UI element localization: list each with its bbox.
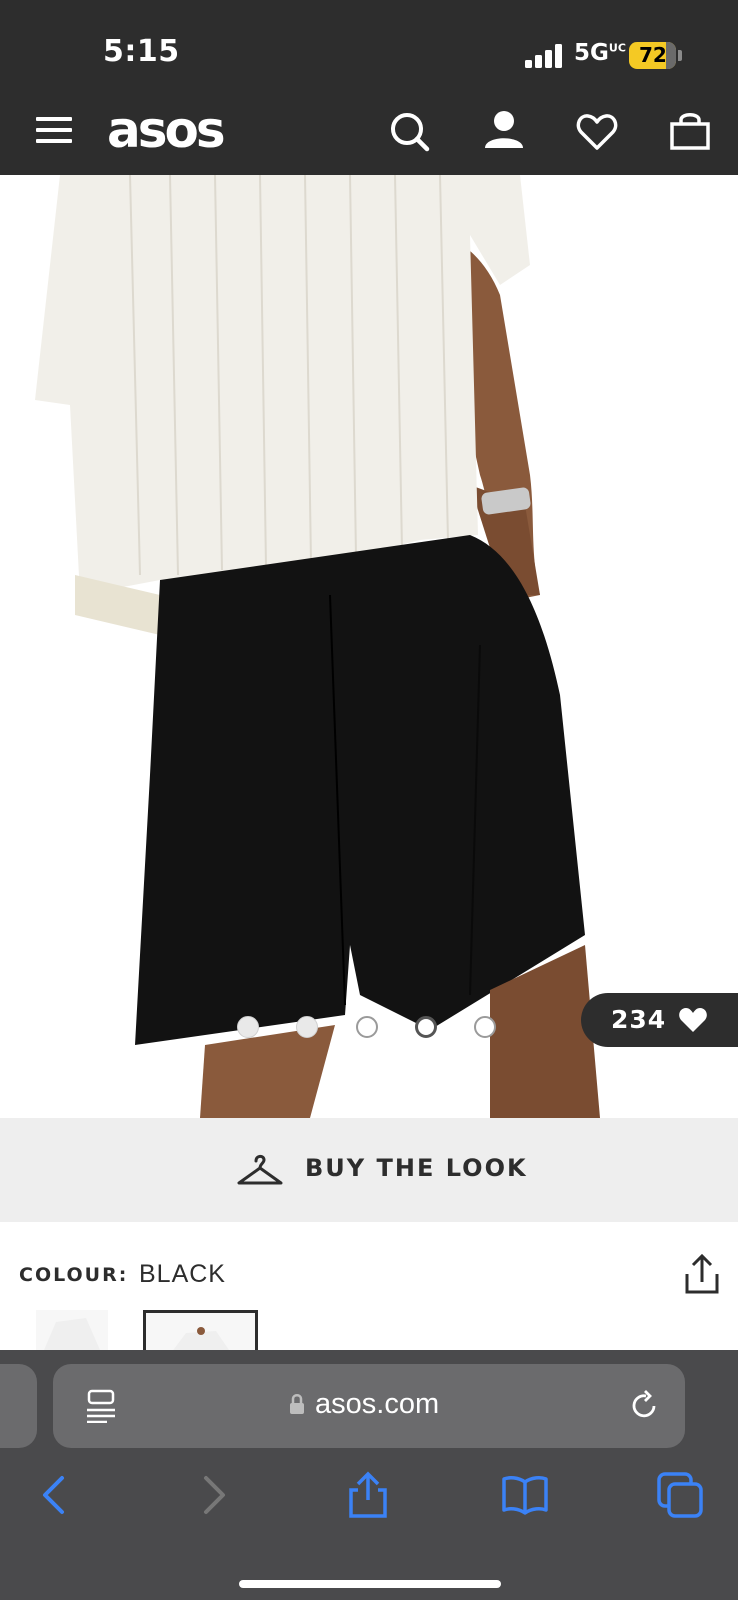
hanger-icon [236,1152,284,1188]
home-indicator[interactable] [239,1580,501,1588]
reload-icon[interactable] [628,1390,660,1422]
gallery-dot[interactable] [296,1016,318,1038]
colour-label: COLOUR: [19,1264,129,1286]
search-icon[interactable] [388,110,432,154]
buy-the-look-button[interactable]: BUY THE LOOK [0,1118,738,1222]
network-indicator: 5GUC [574,40,626,66]
back-icon[interactable] [30,1470,80,1520]
saves-badge[interactable]: 234 [581,993,738,1047]
signal-icon [525,44,563,68]
reader-icon[interactable] [85,1389,117,1424]
colour-section: COLOUR: BLACK [0,1222,738,1360]
gallery-dot[interactable] [474,1016,496,1038]
url-text: asos.com [315,1388,440,1420]
browser-chrome: asos.com [0,1350,738,1600]
bookmarks-icon[interactable] [500,1470,550,1520]
share-icon[interactable] [343,1470,393,1520]
gallery-dot[interactable] [356,1016,378,1038]
colour-value: BLACK [139,1260,226,1288]
gallery-dot-active[interactable] [415,1016,437,1038]
buy-the-look-label: BUY THE LOOK [305,1154,528,1182]
gallery-dot[interactable] [237,1016,259,1038]
battery-level: 72 [639,43,667,67]
heart-icon [678,1006,708,1034]
status-time: 5:15 [103,34,180,69]
previous-tab[interactable] [0,1364,37,1448]
battery-icon: 72 [629,42,676,69]
tabs-icon[interactable] [655,1470,705,1520]
lock-icon [289,1393,305,1415]
saves-count: 234 [611,1005,667,1034]
menu-icon[interactable] [36,115,72,145]
product-image[interactable] [0,175,738,1118]
bag-icon[interactable] [668,108,712,152]
forward-icon[interactable] [188,1470,238,1520]
status-bar: 5:15 5GUC 72 [0,0,738,90]
site-header: asos [0,90,738,175]
share-icon[interactable] [682,1252,722,1298]
address-bar[interactable]: asos.com [53,1364,685,1448]
asos-logo[interactable]: asos [107,100,226,160]
account-icon[interactable] [482,108,526,152]
heart-icon[interactable] [575,110,619,154]
